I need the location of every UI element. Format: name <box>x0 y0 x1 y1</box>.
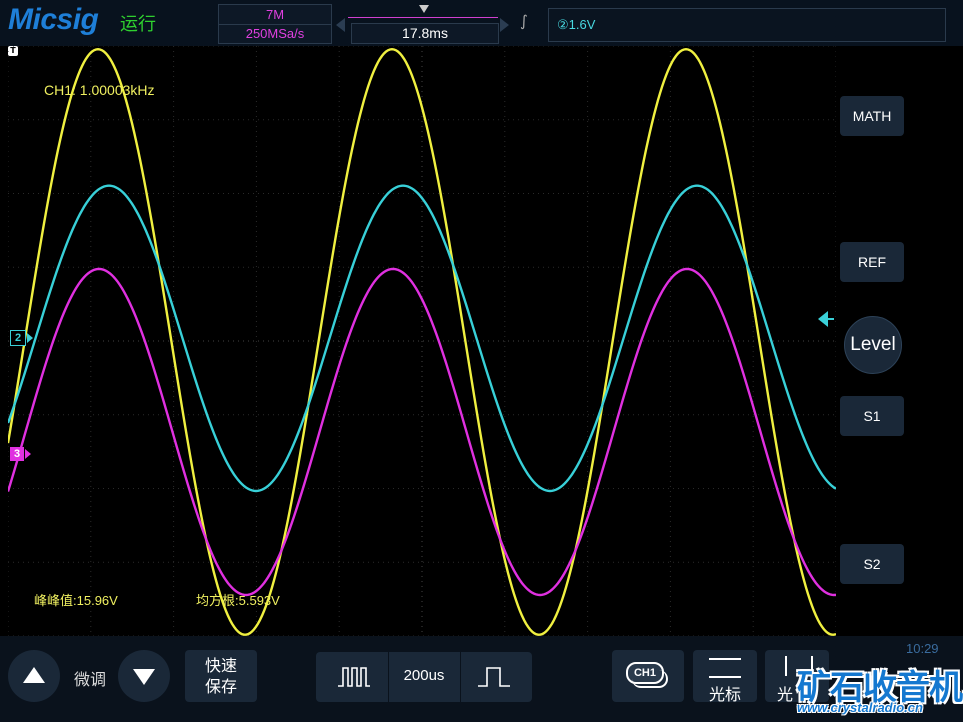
quick-save-label-1: 快速 <box>204 656 237 675</box>
trigger-position-marker-icon <box>419 5 429 13</box>
timebase-scale[interactable]: 200us <box>388 667 460 684</box>
trigger-edge-icon: ∫ <box>520 12 528 30</box>
channel-icon: CH1 <box>626 662 668 688</box>
ch2-marker[interactable]: 2 <box>10 330 33 346</box>
peak-to-peak-measurement: 峰峰值:15.96V <box>34 590 118 609</box>
fine-up-button[interactable] <box>8 650 60 702</box>
sample-rate: 250MSa/s <box>219 24 331 41</box>
run-state[interactable]: 运行 <box>120 10 156 36</box>
s2-button[interactable]: S2 <box>840 544 904 584</box>
math-button[interactable]: MATH <box>840 96 904 136</box>
acquisition-box[interactable]: 7M 250MSa/s <box>218 4 332 44</box>
peak-to-peak-label: 峰峰值: <box>34 593 77 608</box>
graticule <box>8 46 836 636</box>
clock: 10:29 <box>906 641 939 656</box>
timebase-right-arrow[interactable] <box>500 18 509 32</box>
brand-logo: Micsig <box>8 3 99 36</box>
trigger-level-arrow-icon <box>818 311 834 327</box>
up-arrow-icon <box>23 667 45 683</box>
s1-button[interactable]: S1 <box>840 396 904 436</box>
rms-label: 均方根: <box>196 593 239 608</box>
trigger-box[interactable]: ②1.6V <box>548 8 946 42</box>
timebase-track <box>348 17 498 18</box>
horizontal-cursor-icon <box>709 658 741 678</box>
level-knob[interactable]: Level <box>844 316 902 374</box>
timebase-left-arrow[interactable] <box>336 18 345 32</box>
trigger-level: ②1.6V <box>557 17 596 32</box>
quick-save-button[interactable]: 快速 保存 <box>185 650 257 702</box>
ref-button[interactable]: REF <box>840 242 904 282</box>
channel-select-button[interactable]: CH1 <box>612 650 684 702</box>
cursor-button[interactable]: 光标 <box>693 650 757 704</box>
time-offset: 17.8ms <box>402 25 448 41</box>
memory-depth: 7M <box>265 7 285 22</box>
side-menu: MATH REF Level S1 S2 <box>818 46 963 636</box>
rms-value: 5.593V <box>238 593 280 608</box>
timebase-control: 200us <box>316 652 532 702</box>
watermark-url: www.crystalradio.cn <box>797 700 923 715</box>
waveform-display <box>8 46 836 636</box>
ch3-marker[interactable]: 3 <box>10 447 31 461</box>
top-status-bar: Micsig 运行 7M 250MSa/s 17.8ms ∫ ②1.6V <box>0 0 963 46</box>
peak-to-peak-value: 15.96V <box>76 593 118 608</box>
multi-pulse-icon[interactable] <box>338 666 370 688</box>
ch1-frequency: CH1: 1.00003kHz <box>44 82 155 98</box>
cursor-label: 光标 <box>708 685 741 704</box>
down-arrow-icon <box>133 669 155 685</box>
vertical-cursor-label: 光 <box>777 685 794 704</box>
fine-down-button[interactable] <box>118 650 170 702</box>
quick-save-label-2: 保存 <box>204 677 237 696</box>
time-offset-box[interactable]: 17.8ms <box>351 23 499 44</box>
fine-tune-label: 微调 <box>74 670 107 689</box>
divider <box>460 652 461 702</box>
single-pulse-icon[interactable] <box>478 666 510 688</box>
rms-measurement: 均方根:5.593V <box>196 590 280 609</box>
